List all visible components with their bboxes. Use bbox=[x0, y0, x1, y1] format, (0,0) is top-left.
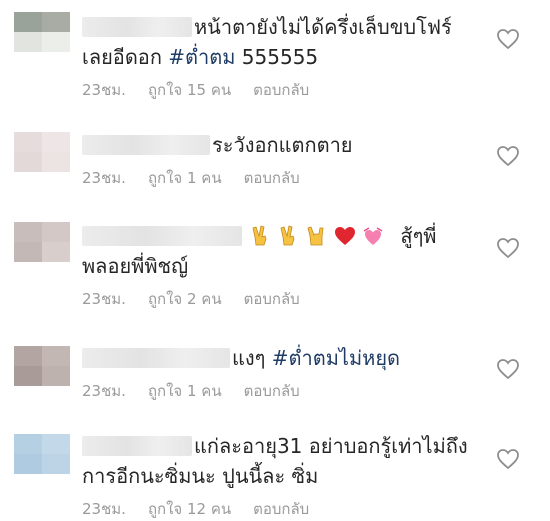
avatar[interactable] bbox=[14, 346, 70, 386]
avatar[interactable] bbox=[14, 434, 70, 474]
blurred-username[interactable] bbox=[82, 135, 210, 155]
red-heart-icon bbox=[334, 225, 356, 247]
heart-with-ribbon-icon bbox=[362, 225, 384, 247]
reply-button[interactable]: ตอบกลับ bbox=[244, 379, 300, 403]
comment-text: แงๆ bbox=[232, 346, 272, 370]
comment-text: พลอยพี่พิชญ์ bbox=[82, 254, 189, 278]
comment-meta: 23ชม. ถูกใจ 1 คน ตอบกลับ bbox=[82, 379, 490, 403]
victory-hand-icon bbox=[278, 225, 300, 247]
hashtag-link[interactable]: #ต่ำตมไม่หยุด bbox=[272, 346, 400, 370]
emoji-group bbox=[250, 221, 390, 251]
comment-meta: 23ชม. ถูกใจ 2 คน ตอบกลับ bbox=[82, 287, 490, 311]
avatar[interactable] bbox=[14, 222, 70, 262]
comment-text: ระวังอกแตกตาย bbox=[212, 133, 353, 157]
heart-icon[interactable] bbox=[496, 28, 520, 50]
comment-meta: 23ชม. ถูกใจ 12 คน ตอบกลับ bbox=[82, 497, 490, 521]
blurred-username[interactable] bbox=[82, 226, 242, 246]
timestamp: 23ชม. bbox=[82, 290, 126, 308]
comment-body: สู้ๆพี่ พลอยพี่พิชญ์ 23ชม. ถูกใจ 2 คน ตอ… bbox=[82, 221, 490, 311]
heart-icon[interactable] bbox=[496, 448, 520, 470]
comment-body: ระวังอกแตกตาย 23ชม. ถูกใจ 1 คน ตอบกลับ bbox=[82, 130, 490, 190]
heart-icon[interactable] bbox=[496, 237, 520, 259]
likes-count[interactable]: ถูกใจ 12 คน bbox=[148, 497, 231, 521]
victory-hand-icon bbox=[250, 225, 272, 247]
comment-meta: 23ชม. ถูกใจ 15 คน ตอบกลับ bbox=[82, 78, 490, 102]
comment-body: แก่ละอายุ31 อย่าบอกรู้เท่าไม่ถึง การอีกน… bbox=[82, 431, 490, 521]
comment-text: แก่ละอายุ31 อย่าบอกรู้เท่าไม่ถึง bbox=[194, 434, 468, 458]
likes-count[interactable]: ถูกใจ 1 คน bbox=[148, 166, 222, 190]
comment-meta: 23ชม. ถูกใจ 1 คน ตอบกลับ bbox=[82, 166, 490, 190]
reply-button[interactable]: ตอบกลับ bbox=[253, 78, 309, 102]
heart-icon[interactable] bbox=[496, 358, 520, 380]
comment-body: แงๆ #ต่ำตมไม่หยุด 23ชม. ถูกใจ 1 คน ตอบกล… bbox=[82, 343, 490, 403]
timestamp: 23ชม. bbox=[82, 500, 126, 518]
rock-on-hand-icon bbox=[306, 225, 328, 247]
likes-count[interactable]: ถูกใจ 1 คน bbox=[148, 379, 222, 403]
comment-text: เลยอีดอก bbox=[82, 45, 169, 69]
comment-text: สู้ๆพี่ bbox=[394, 224, 437, 248]
avatar[interactable] bbox=[14, 12, 70, 52]
blurred-username[interactable] bbox=[82, 17, 192, 37]
likes-count[interactable]: ถูกใจ 15 คน bbox=[148, 78, 231, 102]
heart-icon[interactable] bbox=[496, 145, 520, 167]
likes-count[interactable]: ถูกใจ 2 คน bbox=[148, 287, 222, 311]
blurred-username[interactable] bbox=[82, 348, 230, 368]
comment-text: หน้าตายังไม่ได้ครึ่งเล็บขบโฟร์ bbox=[194, 15, 452, 39]
timestamp: 23ชม. bbox=[82, 81, 126, 99]
blurred-username[interactable] bbox=[82, 436, 192, 456]
comment-text: 555555 bbox=[235, 45, 319, 69]
comment-body: หน้าตายังไม่ได้ครึ่งเล็บขบโฟร์ เลยอีดอก … bbox=[82, 12, 490, 102]
timestamp: 23ชม. bbox=[82, 382, 126, 400]
timestamp: 23ชม. bbox=[82, 169, 126, 187]
reply-button[interactable]: ตอบกลับ bbox=[244, 166, 300, 190]
avatar[interactable] bbox=[14, 132, 70, 172]
comment-text: การอีกนะซิ่มนะ ปูนนี้ละ ซิ่ม bbox=[82, 464, 319, 488]
reply-button[interactable]: ตอบกลับ bbox=[244, 287, 300, 311]
hashtag-link[interactable]: #ต่ำตม bbox=[168, 45, 235, 69]
reply-button[interactable]: ตอบกลับ bbox=[253, 497, 309, 521]
